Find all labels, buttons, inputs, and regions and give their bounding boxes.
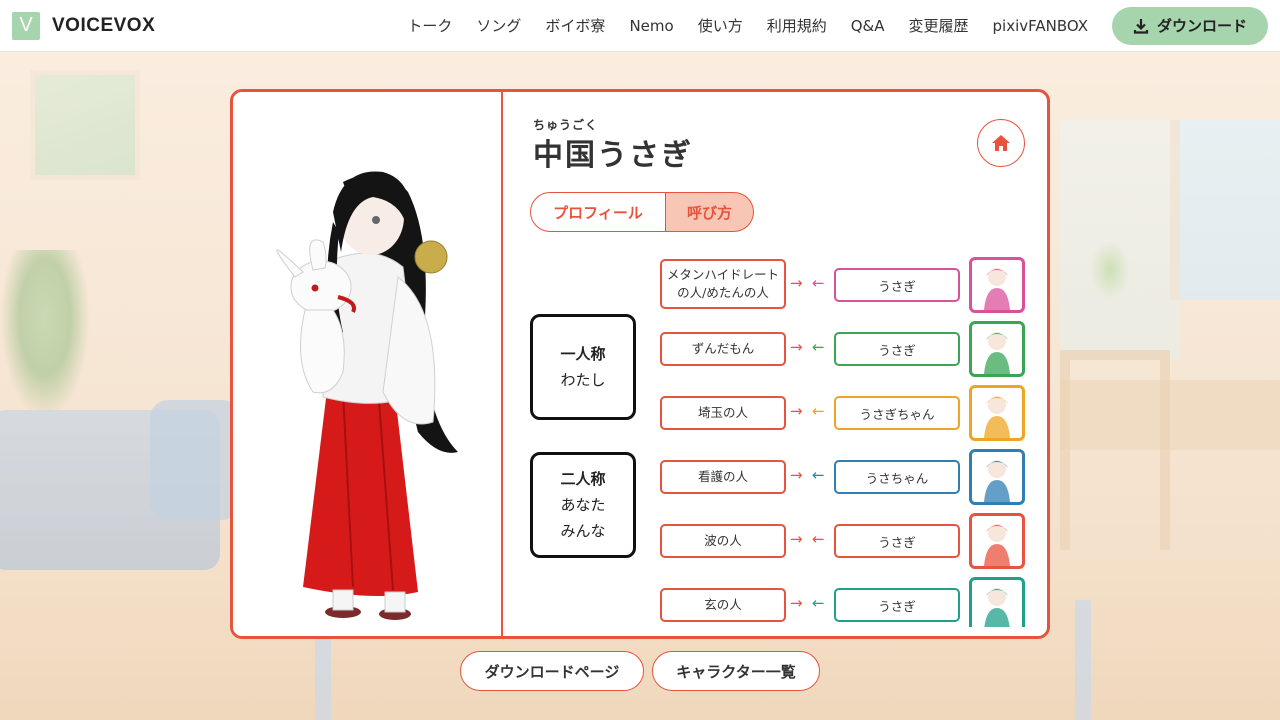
main-nav: トーク ソング ボイボ寮 Nemo 使い方 利用規約 Q&A 変更履歴 pixi… — [395, 6, 1280, 45]
nav-nemo[interactable]: Nemo — [629, 17, 673, 35]
logo-text: VOICEVOX — [52, 14, 156, 36]
arrow-left-icon: ← — [812, 594, 825, 612]
background-picture-frame — [30, 70, 140, 180]
called-by-them-label: うさぎ — [834, 268, 960, 302]
relation-row: 埼玉の人 → ← うさぎちゃん — [660, 385, 1040, 441]
download-page-button[interactable]: ダウンロードページ — [460, 651, 644, 691]
relation-row: 玄の人 → ← うさぎ — [660, 577, 1040, 627]
site-header: V VOICEVOX トーク ソング ボイボ寮 Nemo 使い方 利用規約 Q&… — [0, 0, 1280, 52]
nav-fanbox[interactable]: pixivFANBOX — [993, 17, 1089, 35]
background-table-leg — [1075, 600, 1091, 720]
nav-changelog[interactable]: 変更履歴 — [908, 15, 968, 36]
first-person-value: わたし — [560, 371, 606, 389]
called-by-me-label: 波の人 — [660, 524, 786, 558]
background-plant-right — [1090, 240, 1130, 300]
zundamon-avatar-icon[interactable] — [969, 321, 1025, 377]
second-person-value-2: みんな — [560, 522, 606, 540]
nav-qa[interactable]: Q&A — [851, 17, 885, 35]
nav-dorm[interactable]: ボイボ寮 — [545, 15, 605, 36]
second-person-box: 二人称 あなた みんな — [530, 452, 636, 558]
arrow-left-icon: ← — [812, 402, 825, 420]
second-person-title: 二人称 — [560, 470, 606, 488]
relation-row: 看護の人 → ← うさちゃん — [660, 449, 1040, 505]
nav-how-to-use[interactable]: 使い方 — [698, 15, 743, 36]
character-card: ちゅうごく 中国うさぎ プロフィール 呼び方 一人称 わたし 二人称 あなた み… — [230, 89, 1050, 639]
arrow-left-icon: ← — [812, 274, 825, 292]
arrow-right-icon: → — [790, 594, 803, 612]
called-by-them-label: うさぎちゃん — [834, 396, 960, 430]
logo[interactable]: V VOICEVOX — [12, 11, 156, 40]
second-person-value-1: あなた — [560, 496, 606, 514]
tab-profile[interactable]: プロフィール — [530, 192, 666, 232]
called-by-them-label: うさちゃん — [834, 460, 960, 494]
called-by-me-label: ずんだもん — [660, 332, 786, 366]
nav-talk[interactable]: トーク — [407, 15, 452, 36]
called-by-me-label: メタンハイドレート の人/めたんの人 — [660, 259, 786, 309]
tab-calling[interactable]: 呼び方 — [666, 192, 754, 232]
metan-avatar-icon[interactable] — [969, 257, 1025, 313]
nav-song[interactable]: ソング — [476, 15, 521, 36]
logo-mark: V — [12, 11, 40, 40]
saitama-avatar-icon[interactable] — [969, 385, 1025, 441]
relation-row: メタンハイドレート の人/めたんの人 → ← うさぎ — [660, 257, 1040, 313]
called-by-them-label: うさぎ — [834, 588, 960, 622]
profile-tabs: プロフィール 呼び方 — [530, 192, 754, 232]
nurse-avatar-icon[interactable] — [969, 449, 1025, 505]
arrow-left-icon: ← — [812, 530, 825, 548]
download-button-label: ダウンロード — [1156, 17, 1247, 35]
arrow-right-icon: → — [790, 274, 803, 292]
character-list-button[interactable]: キャラクター一覧 — [652, 651, 820, 691]
character-illustration-pane — [233, 92, 503, 636]
relation-row: ずんだもん → ← うさぎ — [660, 321, 1040, 377]
download-button[interactable]: ダウンロード — [1112, 6, 1268, 45]
character-info-pane: ちゅうごく 中国うさぎ プロフィール 呼び方 一人称 わたし 二人称 あなた み… — [505, 92, 1047, 636]
nav-terms[interactable]: 利用規約 — [767, 15, 827, 36]
relations-list: メタンハイドレート の人/めたんの人 → ← うさぎ ずんだもん → ← うさぎ 埼玉の人 → ← う… — [660, 257, 1040, 627]
home-button[interactable] — [977, 119, 1025, 167]
character-illustration — [276, 171, 458, 620]
arrow-left-icon: ← — [812, 338, 825, 356]
called-by-them-label: うさぎ — [834, 332, 960, 366]
character-name: 中国うさぎ — [533, 138, 693, 173]
called-by-me-label: 玄の人 — [660, 588, 786, 622]
called-by-them-label: うさぎ — [834, 524, 960, 558]
background-plant — [0, 250, 90, 420]
download-icon — [1133, 18, 1149, 34]
arrow-left-icon: ← — [812, 466, 825, 484]
first-person-title: 一人称 — [560, 345, 606, 363]
wave-avatar-icon[interactable] — [969, 513, 1025, 569]
arrow-right-icon: → — [790, 402, 803, 420]
arrow-right-icon: → — [790, 530, 803, 548]
arrow-right-icon: → — [790, 466, 803, 484]
first-person-box: 一人称 わたし — [530, 314, 636, 420]
relation-row: 波の人 → ← うさぎ — [660, 513, 1040, 569]
home-icon — [992, 135, 1010, 151]
background-sofa-arm — [150, 400, 240, 520]
called-by-me-label: 埼玉の人 — [660, 396, 786, 430]
arrow-right-icon: → — [790, 338, 803, 356]
background-window-right — [1170, 120, 1280, 300]
gen-avatar-icon[interactable] — [969, 577, 1025, 627]
called-by-me-label: 看護の人 — [660, 460, 786, 494]
background-chair — [1060, 350, 1170, 550]
